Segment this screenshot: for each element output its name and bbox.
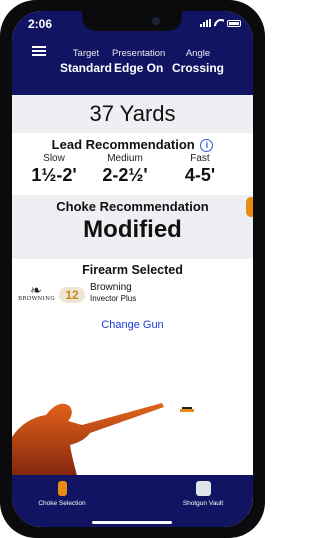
status-time: 2:06 xyxy=(28,17,53,31)
tab-vault-label: Shotgun Vault xyxy=(182,500,224,507)
change-gun-link[interactable]: Change Gun xyxy=(12,319,253,331)
home-indicator[interactable] xyxy=(92,521,172,524)
lead-title: Lead Recommendation i xyxy=(12,137,253,153)
angle-label: Angle xyxy=(185,48,211,59)
tab-choke-selection[interactable]: Choke Selection xyxy=(26,481,98,507)
lead-medium: Medium 2-2½' xyxy=(92,153,158,186)
lead-slow-label: Slow xyxy=(43,153,65,164)
choke-tube-icon xyxy=(57,481,67,496)
gun-make: Browning xyxy=(90,282,132,293)
info-icon[interactable]: i xyxy=(200,139,214,153)
gauge-badge: 12 xyxy=(59,287,85,303)
choke-value: Modified xyxy=(83,216,182,243)
shotgun-vault-icon xyxy=(195,481,211,496)
device-notch xyxy=(82,11,182,31)
angle-value: Crossing xyxy=(172,61,225,75)
wifi-icon xyxy=(214,19,224,27)
scroll-handle[interactable] xyxy=(246,197,253,217)
angle-selector[interactable]: Angle Crossing xyxy=(172,48,224,75)
lead-fast-value: 4-5' xyxy=(184,165,216,185)
tab-bar: Choke Selection Shotgun Vault xyxy=(12,475,253,527)
gun-name: Browning Invector Plus xyxy=(90,282,136,303)
lead-medium-label: Medium xyxy=(107,153,143,164)
lead-fast: Fast 4-5' xyxy=(172,153,228,186)
firearm-title: Firearm Selected xyxy=(82,263,183,277)
target-selector[interactable]: Target Standard xyxy=(60,48,112,75)
presentation-label: Presentation xyxy=(112,48,166,59)
target-value: Standard xyxy=(60,61,113,75)
lead-slow: Slow 1½-2' xyxy=(25,153,83,186)
lead-slow-value: 1½-2' xyxy=(31,165,77,185)
app-screen: 2:06 Target Standard Presentation Edge O… xyxy=(12,11,253,527)
gun-model: Invector Plus xyxy=(90,294,137,303)
distance-text: 37 Yards xyxy=(89,101,176,126)
presentation-selector[interactable]: Presentation Edge On xyxy=(112,48,165,75)
signal-icon xyxy=(200,19,211,27)
tab-choke-label: Choke Selection xyxy=(38,500,86,507)
lead-recommendation: Lead Recommendation i Slow 1½-2' Medium … xyxy=(12,133,253,195)
choke-title: Choke Recommendation xyxy=(56,199,209,214)
phone-frame: 2:06 Target Standard Presentation Edge O… xyxy=(0,0,265,538)
battery-icon xyxy=(227,19,241,27)
choke-recommendation: Choke Recommendation Modified xyxy=(12,195,253,259)
target-label: Target xyxy=(72,48,100,59)
status-icons xyxy=(200,19,241,27)
presentation-value: Edge On xyxy=(114,61,164,75)
distance-band: 37 Yards xyxy=(12,95,253,133)
clay-target xyxy=(180,409,194,412)
brand-logo: ❧ BROWNING xyxy=(18,282,55,302)
lead-fast-label: Fast xyxy=(190,153,210,164)
lead-title-text: Lead Recommendation xyxy=(51,137,195,152)
brand-logo-text: BROWNING xyxy=(18,296,55,302)
tab-shotgun-vault[interactable]: Shotgun Vault xyxy=(172,481,234,507)
lead-medium-value: 2-2½' xyxy=(102,165,148,185)
buck-mark-icon: ❧ xyxy=(30,282,42,298)
hamburger-icon[interactable] xyxy=(32,46,46,56)
